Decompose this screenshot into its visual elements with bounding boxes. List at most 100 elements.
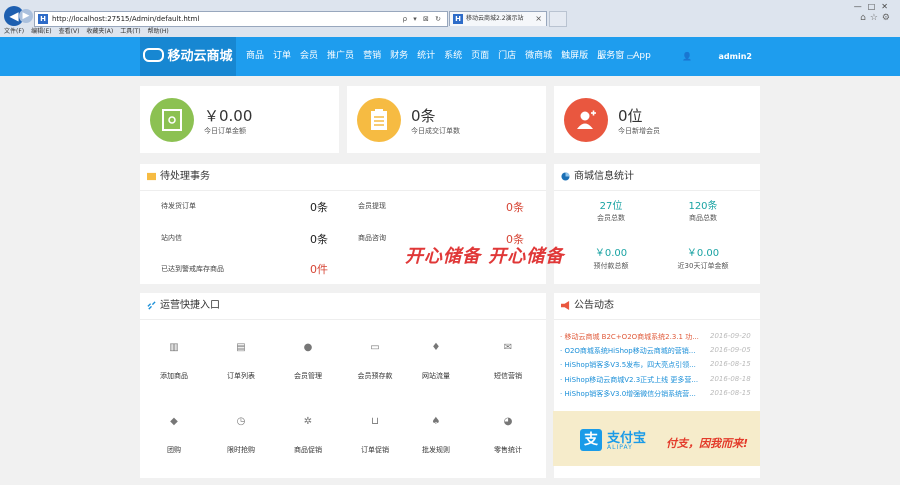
announcement-title[interactable]: · 移动云商城 B2C+O2O商城系统2.3.1 功... [560,333,699,341]
nav-products[interactable]: 商品 [246,51,264,61]
nav-stores[interactable]: 门店 [498,51,516,61]
quick-item-basket[interactable]: ⊔ 订单促销 [345,417,405,455]
quick-item-label: 零售统计 [494,446,522,454]
pending-label[interactable]: 会员提现 [358,201,386,211]
announcement-title[interactable]: · O2O商城系统HiShop移动云商城的营销... [560,347,695,355]
minimize-icon[interactable]: — [854,2,868,11]
pending-value: 0条 [506,201,524,214]
user-menu[interactable]: 👤 admin2 [658,52,752,61]
quick-item-label: 网站流量 [422,372,450,380]
menu-tools[interactable]: 工具(T) [120,28,140,35]
quick-item-label: 订单促销 [361,446,389,454]
monitor-icon[interactable]: ▭ [626,52,634,61]
announcement-date: 2016-09-05 [710,346,751,355]
drop-icon: ♦ [431,342,441,353]
quick-item-tag[interactable]: ◆ 团购 [144,417,204,455]
basket-icon: ⊔ [371,416,379,427]
quick-item-fire[interactable]: ♠ 批发规则 [406,417,466,455]
clock-icon: ◷ [236,416,246,427]
menu-help[interactable]: 帮助(H) [148,28,169,35]
clipboard-icon [357,98,401,142]
nav-system[interactable]: 系统 [444,51,462,61]
menu-edit[interactable]: 编辑(E) [31,28,51,35]
window-close-icon[interactable]: ✕ [881,2,894,11]
logo-text: 移动云商城 [167,49,233,64]
address-tools[interactable]: ρ ▾ ⊠ ↻ [403,12,443,26]
menu-favorites[interactable]: 收藏夹(A) [86,28,113,35]
window-controls[interactable]: —□✕ [854,2,894,11]
quick-item-card[interactable]: ▭ 会员预存款 [345,343,405,381]
tab-close-icon[interactable]: × [535,12,542,26]
pie-chart-icon [561,172,570,181]
home-icon[interactable]: ⌂ [860,13,870,23]
announcement-title[interactable]: · HiShop移动云商城V2.3正式上线 更多营... [560,376,698,384]
announcement-date: 2016-08-18 [710,374,751,383]
browser-side-icons[interactable]: ⌂☆⚙ [860,13,894,23]
browser-tab[interactable]: H 移动云商城2.2演示站 × [449,11,547,26]
link-icon [147,301,156,310]
star-icon[interactable]: ☆ [870,13,882,23]
quick-item-piechart[interactable]: ◕ 零售统计 [478,417,538,455]
nav-pages[interactable]: 页面 [471,51,489,61]
nav-finance[interactable]: 财务 [390,51,408,61]
pending-label[interactable]: 站内信 [161,233,182,243]
maximize-icon[interactable]: □ [868,2,882,11]
alipay-banner[interactable]: 支 支付宝 ALIPAY 付支，因我而来! [553,411,760,466]
nav-promoters[interactable]: 推广员 [327,51,354,61]
nav-marketing[interactable]: 营销 [363,51,381,61]
address-bar[interactable]: Hhttp://localhost:27515/Admin/default.ht… [34,11,448,27]
quick-item-user[interactable]: ● 会员管理 [278,343,338,381]
quick-item-clock[interactable]: ◷ 限时抢购 [211,417,271,455]
stat-card-orders: 0条 今日成交订单数 [347,86,546,153]
announcement-date: 2016-08-15 [710,388,751,397]
quick-item-label: 订单列表 [227,372,255,380]
announcement-item[interactable]: · HiShop移动云商城V2.3正式上线 更多营... 2016-08-18 [560,375,751,385]
announcement-date: 2016-08-15 [710,360,751,369]
quick-item-gear[interactable]: ✲ 商品促销 [278,417,338,455]
stat-label: 今日订单金额 [204,127,246,135]
gear-icon: ✲ [303,416,313,427]
forward-button[interactable]: ▶ [19,9,33,23]
pending-label[interactable]: 待发货订单 [161,201,196,211]
announcement-item[interactable]: · O2O商城系统HiShop移动云商城的营销... 2016-09-05 [560,346,751,356]
panel-title: 商城信息统计 [574,171,634,182]
barcode-icon: ▥ [169,342,179,353]
quick-item-list[interactable]: ▤ 订单列表 [211,343,271,381]
address-url: http://localhost:27515/Admin/default.htm… [52,15,200,23]
nav-members[interactable]: 会员 [300,51,318,61]
nav-orders[interactable]: 订单 [273,51,291,61]
tab-title: 移动云商城2.2演示站 [466,15,524,22]
menu-file[interactable]: 文件(F) [4,28,24,35]
cloud-logo-icon [143,48,165,62]
pending-value: 0条 [310,233,328,246]
mall-stat-label: 商品总数 [689,214,717,222]
list-icon: ▤ [236,342,246,353]
mall-stat-value: ￥0.00 [686,248,720,259]
stat-value: ￥0.00 [204,107,253,125]
panel-header: 商城信息统计 [554,164,760,191]
announcement-item[interactable]: · 移动云商城 B2C+O2O商城系统2.3.1 功... 2016-09-20 [560,332,751,342]
panel-header: 公告动态 [554,293,760,320]
quick-item-label: 短信营销 [494,372,522,380]
new-tab-button[interactable] [549,11,567,27]
mall-stat-label: 近30天订单金额 [677,262,729,270]
home-nav-icon[interactable]: ⌂ [597,52,602,61]
mall-stat-label: 预付款总额 [593,262,629,270]
pending-label[interactable]: 商品咨询 [358,233,386,243]
announcement-item[interactable]: · HiShop销客多V3.5发布，四大亮点引领... 2016-08-15 [560,360,751,370]
nav-statistics[interactable]: 统计 [417,51,435,61]
announcement-title[interactable]: · HiShop销客多V3.5发布，四大亮点引领... [560,361,696,369]
safe-icon [150,98,194,142]
quick-item-drop[interactable]: ♦ 网站流量 [406,343,466,381]
fire-icon: ♠ [431,416,441,427]
announcement-title[interactable]: · HiShop销客多V3.0增强微信分销系统营... [560,390,696,398]
announcement-item[interactable]: · HiShop销客多V3.0增强微信分销系统营... 2016-08-15 [560,389,751,399]
menu-view[interactable]: 查看(V) [59,28,80,35]
quick-item-barcode[interactable]: ▥ 添加商品 [144,343,204,381]
pending-label[interactable]: 已达到警戒库存商品 [161,264,224,274]
gear-icon[interactable]: ⚙ [882,13,894,23]
quick-item-label: 限时抢购 [227,446,255,454]
nav-micro-mall[interactable]: 微商城 [525,51,552,61]
quick-item-envelope[interactable]: ✉ 短信营销 [478,343,538,381]
logo[interactable]: 移动云商城 [140,37,236,76]
